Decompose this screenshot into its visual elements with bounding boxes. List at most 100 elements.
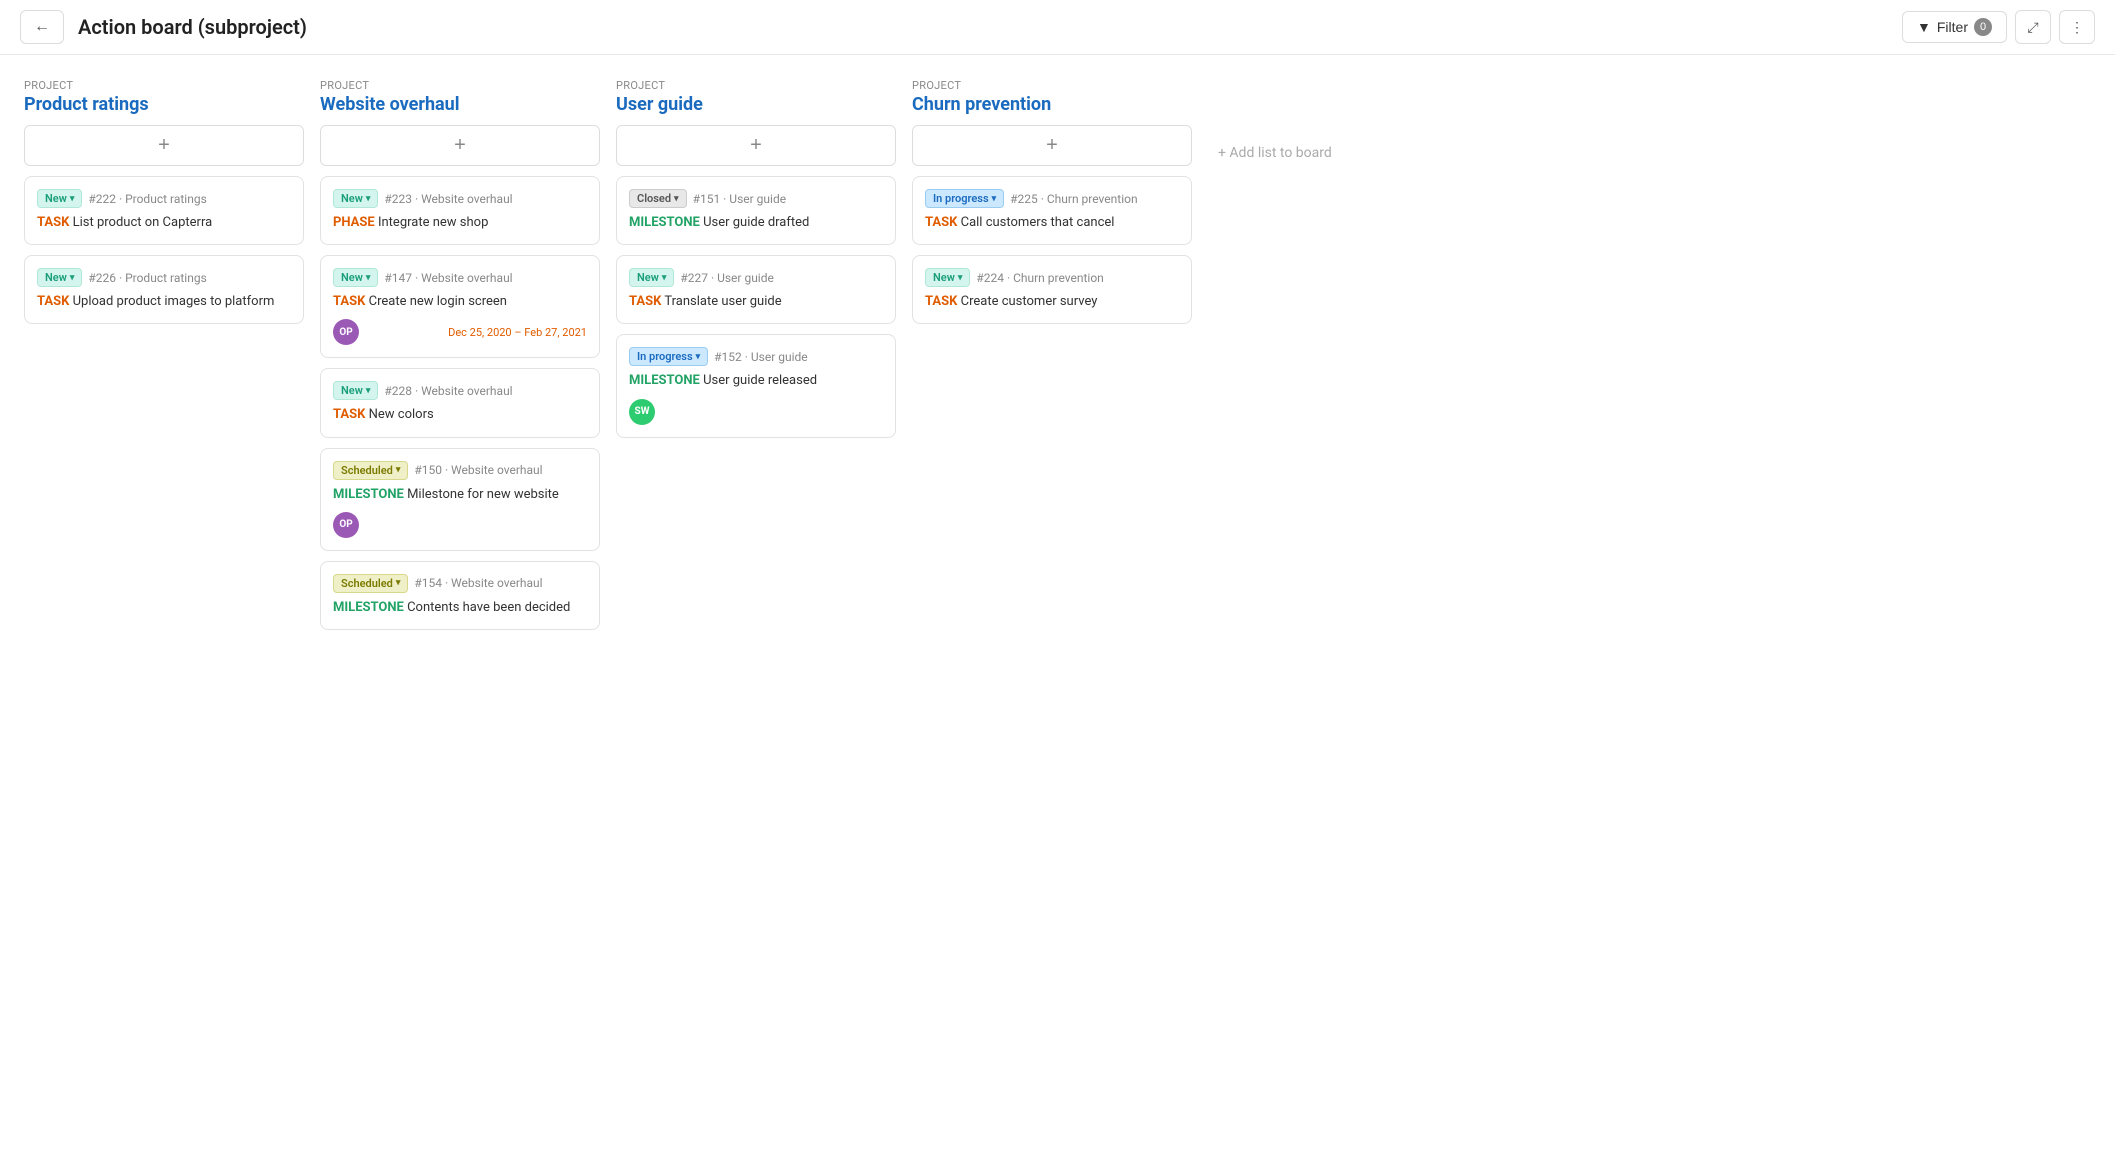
- status-badge[interactable]: New ▾: [629, 268, 674, 287]
- chevron-down-icon: ▾: [958, 273, 963, 283]
- card-type: TASK: [37, 215, 69, 230]
- card-meta: In progress ▾ #152 · User guide: [629, 347, 883, 366]
- card-title: MILESTONE User guide released: [629, 372, 883, 390]
- project-name[interactable]: Website overhaul: [320, 94, 600, 115]
- card-number: #223 · Website overhaul: [384, 192, 512, 206]
- column-product-ratings: Project Product ratings + New ▾ #222 · P…: [24, 79, 304, 334]
- card-number: #224 · Churn prevention: [976, 271, 1103, 285]
- chevron-down-icon: ▾: [366, 194, 371, 204]
- page-title: Action board (subproject): [78, 15, 1902, 39]
- status-badge[interactable]: New ▾: [333, 268, 378, 287]
- status-badge[interactable]: Closed ▾: [629, 189, 687, 208]
- date-range: Dec 25, 2020 – Feb 27, 2021: [448, 326, 587, 339]
- card-type: MILESTONE: [333, 600, 404, 615]
- chevron-down-icon: ▾: [992, 194, 997, 204]
- card-type: TASK: [333, 407, 365, 422]
- card-type: TASK: [925, 215, 957, 230]
- card-meta: Closed ▾ #151 · User guide: [629, 189, 883, 208]
- status-badge[interactable]: In progress ▾: [629, 347, 708, 366]
- card-title: PHASE Integrate new shop: [333, 214, 587, 232]
- card-meta: New ▾ #224 · Churn prevention: [925, 268, 1179, 287]
- chevron-down-icon: ▾: [674, 194, 679, 204]
- chevron-down-icon: ▾: [70, 273, 75, 283]
- project-label: Project: [912, 79, 1192, 92]
- header-actions: ▼ Filter 0 ⤢ ⋮: [1902, 10, 2095, 44]
- card-meta: New ▾ #147 · Website overhaul: [333, 268, 587, 287]
- column-churn-prevention: Project Churn prevention + In progress ▾…: [912, 79, 1192, 334]
- card-card-228[interactable]: New ▾ #228 · Website overhaul TASK New c…: [320, 368, 600, 437]
- card-card-223[interactable]: New ▾ #223 · Website overhaul PHASE Inte…: [320, 176, 600, 245]
- card-number: #152 · User guide: [714, 350, 808, 364]
- card-card-150[interactable]: Scheduled ▾ #150 · Website overhaul MILE…: [320, 448, 600, 551]
- status-badge[interactable]: New ▾: [37, 189, 82, 208]
- status-badge[interactable]: New ▾: [333, 381, 378, 400]
- card-type: TASK: [37, 294, 69, 309]
- filter-button[interactable]: ▼ Filter 0: [1902, 11, 2007, 43]
- more-button[interactable]: ⋮: [2059, 10, 2095, 44]
- card-type: MILESTONE: [629, 373, 700, 388]
- project-label: Project: [320, 79, 600, 92]
- status-badge[interactable]: In progress ▾: [925, 189, 1004, 208]
- project-label: Project: [24, 79, 304, 92]
- card-card-152[interactable]: In progress ▾ #152 · User guide MILESTON…: [616, 334, 896, 437]
- project-name[interactable]: User guide: [616, 94, 896, 115]
- project-name[interactable]: Churn prevention: [912, 94, 1192, 115]
- card-type: PHASE: [333, 215, 375, 230]
- card-meta: New ▾ #227 · User guide: [629, 268, 883, 287]
- card-card-225[interactable]: In progress ▾ #225 · Churn prevention TA…: [912, 176, 1192, 245]
- card-type: MILESTONE: [333, 487, 404, 502]
- card-type: TASK: [925, 294, 957, 309]
- column-header: Project Website overhaul: [320, 79, 600, 115]
- add-list-button[interactable]: + Add list to board: [1208, 135, 1342, 171]
- card-meta: New ▾ #223 · Website overhaul: [333, 189, 587, 208]
- card-title: MILESTONE Contents have been decided: [333, 599, 587, 617]
- card-card-224[interactable]: New ▾ #224 · Churn prevention TASK Creat…: [912, 255, 1192, 324]
- avatar: OP: [333, 512, 359, 538]
- card-title: TASK Upload product images to platform: [37, 293, 291, 311]
- card-title: TASK New colors: [333, 406, 587, 424]
- status-badge[interactable]: Scheduled ▾: [333, 461, 408, 480]
- back-button[interactable]: ←: [20, 10, 64, 44]
- card-number: #228 · Website overhaul: [384, 384, 512, 398]
- card-card-222[interactable]: New ▾ #222 · Product ratings TASK List p…: [24, 176, 304, 245]
- project-name[interactable]: Product ratings: [24, 94, 304, 115]
- card-title: TASK Create customer survey: [925, 293, 1179, 311]
- column-header: Project Churn prevention: [912, 79, 1192, 115]
- card-card-154[interactable]: Scheduled ▾ #154 · Website overhaul MILE…: [320, 561, 600, 630]
- card-meta: In progress ▾ #225 · Churn prevention: [925, 189, 1179, 208]
- card-type: TASK: [333, 294, 365, 309]
- card-number: #154 · Website overhaul: [414, 576, 542, 590]
- filter-icon: ▼: [1917, 19, 1931, 35]
- card-card-226[interactable]: New ▾ #226 · Product ratings TASK Upload…: [24, 255, 304, 324]
- add-card-button[interactable]: +: [616, 125, 896, 166]
- expand-button[interactable]: ⤢: [2015, 10, 2051, 44]
- card-card-147[interactable]: New ▾ #147 · Website overhaul TASK Creat…: [320, 255, 600, 358]
- card-number: #225 · Churn prevention: [1010, 192, 1137, 206]
- chevron-down-icon: ▾: [366, 386, 371, 396]
- add-card-button[interactable]: +: [912, 125, 1192, 166]
- card-title: TASK Translate user guide: [629, 293, 883, 311]
- status-badge[interactable]: New ▾: [925, 268, 970, 287]
- chevron-down-icon: ▾: [696, 352, 701, 362]
- card-card-227[interactable]: New ▾ #227 · User guide TASK Translate u…: [616, 255, 896, 324]
- chevron-down-icon: ▾: [70, 194, 75, 204]
- column-header: Project User guide: [616, 79, 896, 115]
- board: Project Product ratings + New ▾ #222 · P…: [0, 55, 2115, 664]
- avatar: SW: [629, 399, 655, 425]
- chevron-down-icon: ▾: [396, 465, 401, 475]
- status-badge[interactable]: New ▾: [37, 268, 82, 287]
- chevron-down-icon: ▾: [366, 273, 371, 283]
- card-title: TASK Call customers that cancel: [925, 214, 1179, 232]
- add-card-button[interactable]: +: [320, 125, 600, 166]
- card-card-151[interactable]: Closed ▾ #151 · User guide MILESTONE Use…: [616, 176, 896, 245]
- card-number: #226 · Product ratings: [88, 271, 206, 285]
- card-meta: New ▾ #228 · Website overhaul: [333, 381, 587, 400]
- avatar: OP: [333, 319, 359, 345]
- status-badge[interactable]: Scheduled ▾: [333, 574, 408, 593]
- add-card-button[interactable]: +: [24, 125, 304, 166]
- chevron-down-icon: ▾: [662, 273, 667, 283]
- status-badge[interactable]: New ▾: [333, 189, 378, 208]
- card-number: #147 · Website overhaul: [384, 271, 512, 285]
- card-footer: OP Dec 25, 2020 – Feb 27, 2021: [333, 319, 587, 345]
- card-title: MILESTONE User guide drafted: [629, 214, 883, 232]
